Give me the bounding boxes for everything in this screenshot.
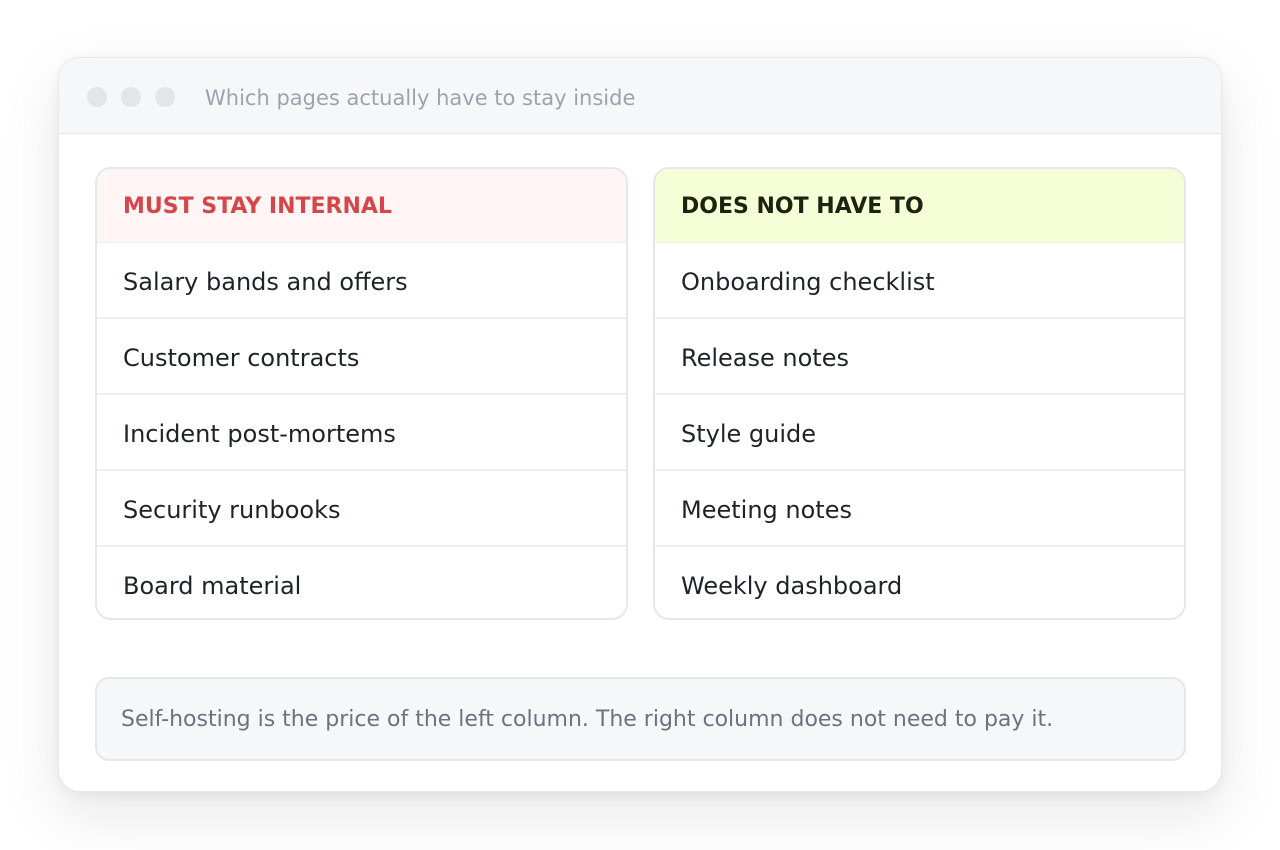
window-maximize-dot[interactable]	[155, 87, 175, 107]
list-item: Security runbooks	[97, 471, 626, 547]
list-item: Release notes	[655, 319, 1184, 395]
title-bar: Which pages actually have to stay inside	[59, 58, 1221, 134]
list-item: Style guide	[655, 395, 1184, 471]
must-stay-internal-heading: MUST STAY INTERNAL	[97, 169, 626, 243]
app-window: Which pages actually have to stay inside…	[58, 57, 1222, 792]
list-item: Weekly dashboard	[681, 572, 903, 600]
window-title: Which pages actually have to stay inside	[205, 86, 636, 110]
list-item: Incident post-mortems	[97, 395, 626, 471]
window-minimize-dot[interactable]	[121, 87, 141, 107]
does-not-have-to-panel: DOES NOT HAVE TO Onboarding checklist Re…	[653, 167, 1186, 620]
list-item: Customer contracts	[97, 319, 626, 395]
list-item: Meeting notes	[655, 471, 1184, 547]
list-item: Board material	[123, 572, 302, 600]
must-stay-internal-panel: MUST STAY INTERNAL Salary bands and offe…	[95, 167, 628, 620]
list-item: Onboarding checklist	[655, 243, 1184, 319]
does-not-have-to-heading: DOES NOT HAVE TO	[655, 169, 1184, 243]
footer-note: Self-hosting is the price of the left co…	[95, 677, 1186, 761]
list-item: Salary bands and offers	[97, 243, 626, 319]
window-close-dot[interactable]	[87, 87, 107, 107]
